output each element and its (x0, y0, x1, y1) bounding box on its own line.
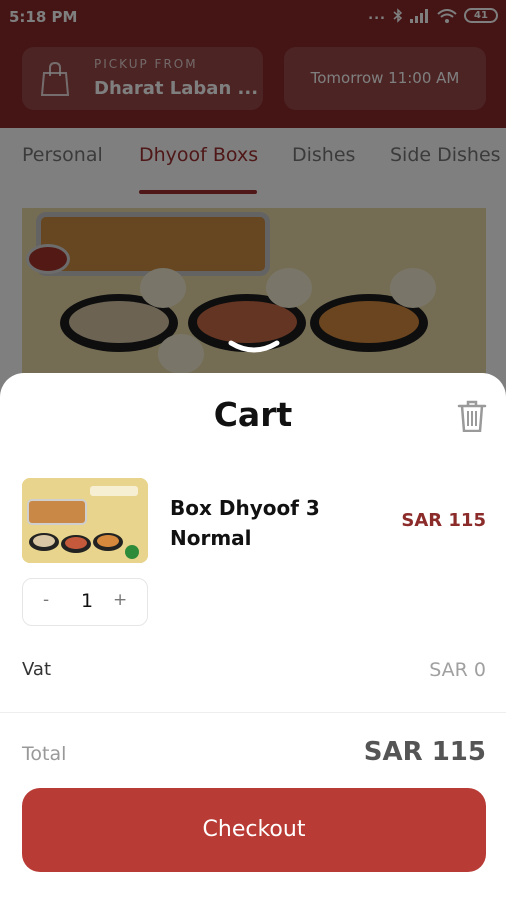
checkout-button[interactable]: Checkout (22, 788, 486, 872)
vat-label: Vat (22, 659, 52, 680)
cart-sheet: Cart Box Dhyoof 3 Normal SAR 115 - 1 + V… (0, 373, 506, 900)
chevron-down-icon[interactable] (227, 339, 281, 355)
quantity-stepper: - 1 + (22, 578, 148, 626)
food-box-illustration (22, 478, 148, 563)
cart-item-name: Box Dhyoof 3 Normal (170, 496, 320, 550)
cart-item-price: SAR 115 (401, 510, 486, 531)
total-label: Total (22, 743, 67, 765)
quantity-value: 1 (81, 590, 94, 612)
cart-title: Cart (213, 395, 293, 434)
cart-item-image (22, 478, 148, 563)
total-value: SAR 115 (363, 737, 486, 767)
divider (0, 712, 506, 713)
increase-quantity-button[interactable]: + (113, 590, 127, 610)
trash-icon[interactable] (457, 400, 487, 432)
vat-value: SAR 0 (429, 659, 486, 681)
decrease-quantity-button[interactable]: - (43, 590, 49, 610)
